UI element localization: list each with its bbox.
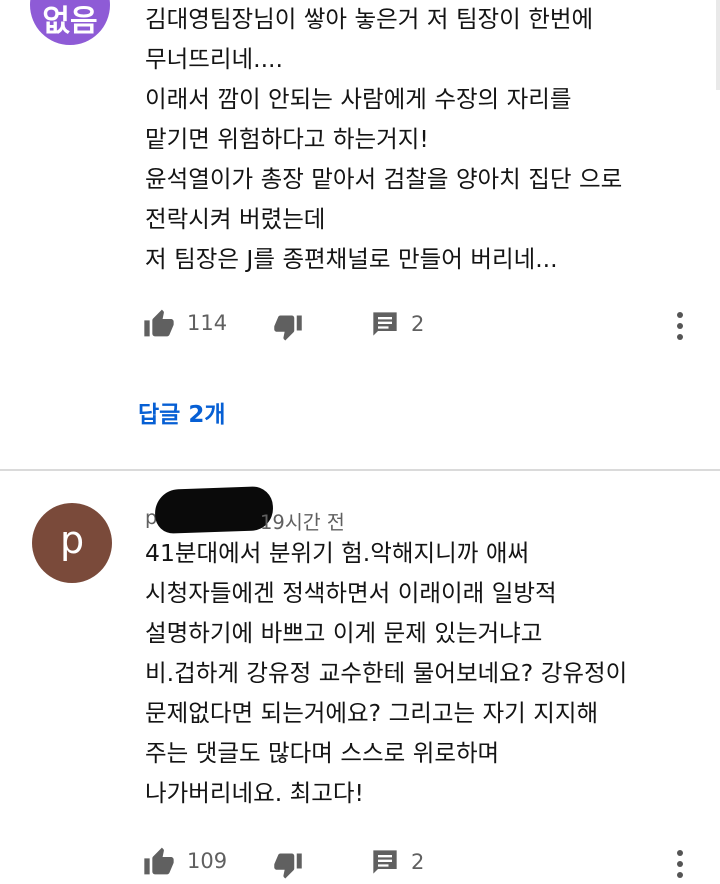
comment-line: 전락시켜 버렸는데 [145,205,326,233]
avatar[interactable]: 없음 [30,0,110,45]
comment-actions: 109 2 [143,840,703,884]
like-count: 109 [187,849,228,873]
dislike-button[interactable] [273,314,303,342]
comment-line: 이래서 깜이 안되는 사람에게 수장의 자리를 [145,85,572,113]
comment-line: 맡기면 위험하다고 하는거지! [145,125,429,153]
like-button[interactable]: 114 [143,308,227,338]
reply-count: 2 [411,312,425,336]
more-options-button[interactable] [673,850,687,878]
comment-icon [373,850,397,874]
timestamp: 19시간 전 [260,511,345,534]
thumbs-up-icon [144,309,174,337]
avatar-text: 없음 [42,4,98,39]
comment-line: 저 팀장은 J를 종편채널로 만들어 버리네... [145,245,558,273]
avatar-text: p [59,518,85,562]
comment-line: 시청자들에겐 정색하면서 이래이래 일방적 [145,579,557,607]
like-button[interactable]: 109 [143,846,227,876]
comment-icon [373,312,397,336]
avatar[interactable]: p [32,503,112,583]
scrollbar[interactable] [716,0,720,90]
comment-line: 무너뜨리네.... [145,45,283,73]
reply-button[interactable]: 2 [371,310,424,338]
comment-line: 문제없다면 되는거에요? 그리고는 자기 지지해 [145,699,599,727]
reply-count: 2 [411,850,425,874]
redaction-mark [154,485,274,535]
view-replies-link[interactable]: 답글 2개 [138,395,226,429]
reply-button[interactable]: 2 [371,848,424,876]
comment-line: 김대영팀장님이 쌓아 놓은거 저 팀장이 한번에 [145,5,594,33]
comment-line: 비.겁하게 강유정 교수한테 물어보네요? 강유정이 [145,659,628,687]
comment-line: 주는 댓글도 많다며 스스로 위로하며 [145,739,500,767]
comment-line: 윤석열이가 총장 맡아서 검찰을 양아치 집단 으로 [145,165,623,193]
comment-text: 김대영팀장님이 쌓아 놓은거 저 팀장이 한번에 무너뜨리네.... 이래서 깜… [145,0,705,279]
comment-line: 나가버리네요. 최고다! [145,779,364,807]
divider [0,469,720,471]
like-count: 114 [187,311,228,335]
comment-line: 설명하기에 바쁘고 이게 문제 있는거냐고 [145,619,543,647]
comment-text: 41분대에서 분위기 험.악해지니까 애써 시청자들에겐 정색하면서 이래이래 … [145,533,705,813]
comment-actions: 114 2 [143,302,703,346]
thumbs-up-icon [144,847,174,875]
more-options-button[interactable] [673,312,687,340]
more-vert-icon [677,312,683,318]
comment-line: 41분대에서 분위기 험.악해지니까 애써 [145,539,530,567]
thumbs-down-icon [274,315,302,341]
more-vert-icon [677,850,683,856]
